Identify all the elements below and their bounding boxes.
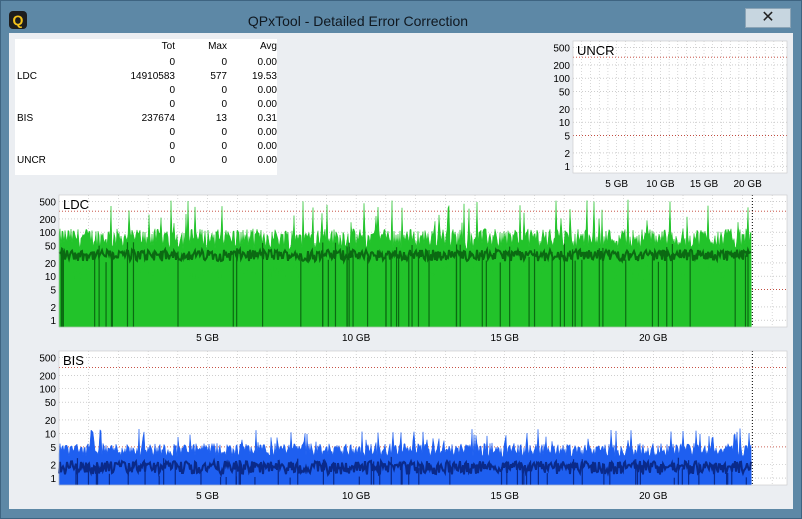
bis-y-tick-label: 1 [50,474,56,485]
uncr-y-tick-label: 20 [559,105,571,116]
uncr-y-tick-label: 10 [559,118,571,129]
client-area: Tot Max Avg 0 0 0.00 LDC 14910583 577 19… [9,33,793,509]
ldc-y-tick-label: 5 [50,285,56,296]
row-label: BIS [17,113,34,124]
row-tot: 0 [169,57,175,68]
row-tot: 0 [169,99,175,110]
bis-x-tick-label: 5 GB [196,491,219,502]
stats-row: 0 0 0.00 [15,127,277,141]
ldc-y-tick-label: 50 [45,241,57,252]
header-max: Max [208,41,227,52]
ldc-y-tick-label: 10 [45,272,57,283]
row-label: LDC [17,71,38,82]
stats-row-ldc: LDC 14910583 577 19.53 [15,71,277,85]
ldc-y-tick-label: 20 [45,259,57,270]
uncr-y-tick-label: 500 [553,43,570,54]
stats-header-row: Tot Max Avg [15,41,277,55]
row-avg: 0.00 [257,85,277,96]
row-avg: 0.00 [257,141,277,152]
row-tot: 0 [169,155,175,166]
uncr-x-tick-label: 20 GB [734,179,763,190]
ldc-x-tick-label: 5 GB [196,333,219,343]
uncr-y-tick-label: 200 [553,61,570,72]
uncr-y-tick-label: 100 [553,74,570,85]
row-tot: 0 [169,85,175,96]
row-avg: 0.00 [257,99,277,110]
row-max: 0 [221,127,227,138]
header-tot: Tot [161,41,175,52]
header-avg: Avg [259,41,277,52]
uncr-chart: 5002001005020105215 GB 10 GB 15 GB 20 GBUNC… [553,40,788,190]
row-avg: 0.31 [257,113,277,124]
row-max: 0 [221,141,227,152]
ldc-chart: 5002001005020105215 GB 10 GB 15 GB 20 GBLDC [39,194,788,343]
uncr-chart-label: UNCR [577,43,615,58]
row-avg: 0.00 [257,57,277,68]
ldc-y-tick-label: 1 [50,316,56,327]
ldc-y-tick-label: 500 [39,197,56,208]
ldc-x-tick-label: 10 GB [342,333,371,343]
row-max: 13 [215,113,227,124]
bis-chart: 5002001005020105215 GB 10 GB 15 GB 20 GBBIS [39,350,788,502]
ldc-x-tick-label: 15 GB [491,333,520,343]
ldc-chart-label: LDC [63,197,89,212]
close-button[interactable]: ✕ [745,8,791,28]
bis-y-tick-label: 10 [45,429,57,440]
bis-chart-label: BIS [63,353,84,368]
stats-row-bis: BIS 237674 13 0.31 [15,113,277,127]
bis-y-tick-label: 100 [39,385,56,396]
ldc-y-tick-label: 2 [50,303,56,314]
stats-row: 0 0 0.00 [15,57,277,71]
row-tot: 237674 [141,113,175,124]
row-max: 0 [221,85,227,96]
stats-row: 0 0 0.00 [15,85,277,99]
ldc-y-tick-label: 200 [39,215,56,226]
uncr-x-tick-label: 10 GB [646,179,675,190]
bis-x-tick-label: 15 GB [491,491,520,502]
stats-row: 0 0 0.00 [15,99,277,113]
row-max: 577 [210,71,227,82]
row-avg: 0.00 [257,127,277,138]
row-label: UNCR [17,155,46,166]
row-max: 0 [221,155,227,166]
row-max: 0 [221,57,227,68]
bis-y-tick-label: 50 [45,398,57,409]
bis-x-tick-label: 10 GB [342,491,371,502]
bis-y-tick-label: 500 [39,354,56,365]
uncr-plot-area [573,41,787,173]
stats-table: Tot Max Avg 0 0 0.00 LDC 14910583 577 19… [15,39,277,175]
uncr-y-tick-label: 2 [564,149,570,160]
uncr-y-tick-label: 5 [564,131,570,142]
bis-y-tick-label: 20 [45,416,57,427]
ldc-y-tick-label: 100 [39,228,56,239]
uncr-x-tick-label: 5 GB [605,179,628,190]
row-tot: 0 [169,141,175,152]
stats-row: 0 0 0.00 [15,141,277,155]
uncr-x-tick-label: 15 GB [690,179,719,190]
ldc-x-tick-label: 20 GB [639,333,668,343]
row-tot: 14910583 [130,71,176,82]
bis-y-tick-label: 200 [39,371,56,382]
row-avg: 19.53 [251,71,277,82]
bis-y-tick-label: 5 [50,443,56,454]
window-title: QPxTool - Detailed Error Correction [247,13,469,29]
bis-y-tick-label: 2 [50,461,56,472]
stats-row-uncr: UNCR 0 0 0.00 [15,155,277,169]
qpxtool-window: Q QPxTool - Detailed Error Correction ✕ … [0,0,802,519]
bis-x-tick-label: 20 GB [639,491,668,502]
uncr-y-tick-label: 1 [564,162,570,173]
row-max: 0 [221,99,227,110]
row-avg: 0.00 [257,155,277,166]
row-tot: 0 [169,127,175,138]
uncr-y-tick-label: 50 [559,87,571,98]
